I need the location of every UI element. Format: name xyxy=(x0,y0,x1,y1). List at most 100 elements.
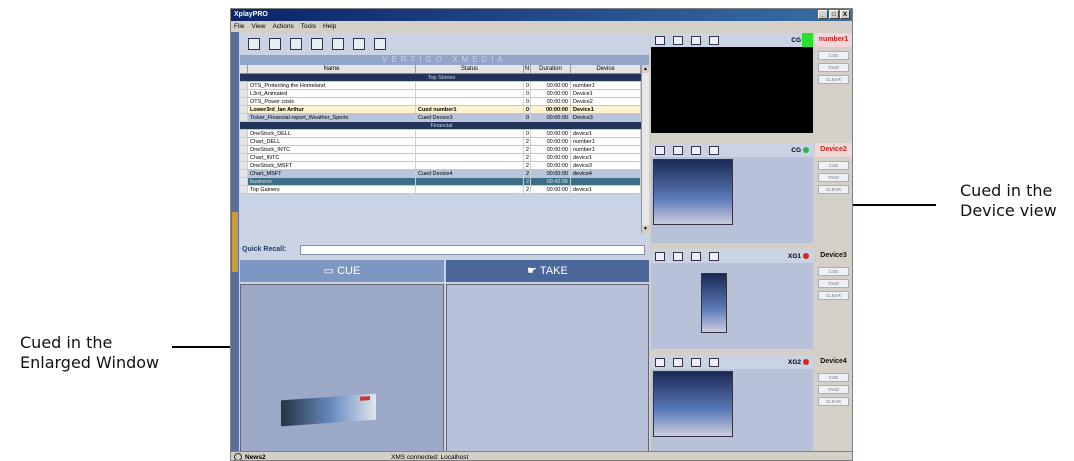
edit-icon[interactable] xyxy=(709,357,719,367)
device-cue-button[interactable]: CUE xyxy=(818,267,849,276)
table-row[interactable]: Chart_MSFT Cued Device4 2 00:00:00 device4 xyxy=(240,170,641,178)
copy-icon[interactable] xyxy=(691,357,701,367)
row-marker xyxy=(240,178,248,185)
save-icon[interactable] xyxy=(655,357,665,367)
device-take-button[interactable]: TAKE xyxy=(818,173,849,182)
row-marker xyxy=(240,106,248,113)
cell-n: 2 xyxy=(526,170,531,177)
panel-grip-handle[interactable] xyxy=(232,212,238,272)
cell-name: Chart_INTC xyxy=(248,154,416,161)
scroll-down-icon[interactable]: ▼ xyxy=(642,225,649,233)
status-dot-icon xyxy=(803,358,809,365)
program-window xyxy=(446,284,649,453)
device-take-button[interactable]: TAKE xyxy=(818,279,849,288)
table-row[interactable]: OTS_Protecting the Homeland 0 00:00:00 numb… xyxy=(240,82,641,90)
table-row[interactable]: Top Gainers 2 00:00:00 device1 xyxy=(240,186,641,194)
cell-duration: 00:00:00 xyxy=(531,106,571,113)
settings-icon[interactable] xyxy=(673,357,683,367)
settings-icon[interactable] xyxy=(673,145,683,155)
device-view-device2: CG Device2 CUE TAKE CLEAR xyxy=(651,143,852,245)
row-marker xyxy=(240,146,248,153)
cue-button[interactable]: ▭ CUE xyxy=(240,260,444,282)
cell-status: Cued number1 xyxy=(416,106,524,113)
cell-device: device1 xyxy=(571,154,641,161)
cell-status xyxy=(416,162,524,169)
channel-text: XG1 xyxy=(787,252,801,260)
device-cue-button[interactable]: CUE xyxy=(818,161,849,170)
copy-icon[interactable] xyxy=(691,35,701,45)
table-row[interactable]: OneStock_DELL 0 00:00:00 device1 xyxy=(240,130,641,138)
properties-icon[interactable] xyxy=(353,38,365,50)
table-row[interactable]: OTS_Power crisis 0 00:00:00 Device2 xyxy=(240,98,641,106)
copy-icon[interactable] xyxy=(691,251,701,261)
copy-icon[interactable] xyxy=(332,38,344,50)
edit-icon[interactable] xyxy=(709,145,719,155)
cell-name: business xyxy=(248,178,416,185)
device-clear-button[interactable]: CLEAR xyxy=(818,75,849,84)
device-cue-button[interactable]: CUE xyxy=(818,51,849,60)
take-button[interactable]: ☛ TAKE xyxy=(446,260,649,282)
edit-icon[interactable] xyxy=(709,251,719,261)
group-row[interactable]: Financial xyxy=(240,122,641,130)
table-row[interactable]: Ticker_Financial report_Weather_Sports Cu… xyxy=(240,114,641,122)
maximize-button[interactable]: □ xyxy=(829,10,839,19)
header-n[interactable]: N xyxy=(524,65,531,73)
print-icon[interactable] xyxy=(374,38,386,50)
menu-view[interactable]: View xyxy=(251,21,265,32)
save-as-icon[interactable] xyxy=(311,38,323,50)
save-icon[interactable] xyxy=(290,38,302,50)
scroll-up-icon[interactable]: ▲ xyxy=(642,65,649,73)
xplaypro-window: XplayPRO _ □ X File View Actions Tools H… xyxy=(230,8,853,461)
device-view-device3: XG1 Device3 CUE TAKE CLEAR xyxy=(651,249,852,351)
cued-chart-thumbnail xyxy=(653,159,733,225)
close-button[interactable]: X xyxy=(840,10,850,19)
open-icon[interactable] xyxy=(269,38,281,50)
channel-label: CG xyxy=(791,146,809,154)
status-connection: XMS connected: Localhost xyxy=(391,454,469,461)
new-icon[interactable] xyxy=(248,38,260,50)
device-clear-button[interactable]: CLEAR xyxy=(818,185,849,194)
table-row[interactable]: Chart_INTC 2 00:00:00 device1 xyxy=(240,154,641,162)
table-row[interactable]: Chart_DELL 2 00:00:00 number1 xyxy=(240,138,641,146)
cell-name: Ticker_Financial report_Weather_Sports xyxy=(248,114,416,121)
device-clear-button[interactable]: CLEAR xyxy=(818,291,849,300)
copy-icon[interactable] xyxy=(691,145,701,155)
save-icon[interactable] xyxy=(655,35,665,45)
device-cue-button[interactable]: CUE xyxy=(818,373,849,382)
menu-file[interactable]: File xyxy=(234,21,244,32)
device-preview-screen[interactable] xyxy=(651,263,813,349)
table-row[interactable]: OneStock_MSFT 2 00:00:00 device3 xyxy=(240,162,641,170)
header-device[interactable]: Device xyxy=(571,65,641,73)
device-preview-screen[interactable] xyxy=(651,47,813,133)
device-preview-screen[interactable] xyxy=(651,157,813,243)
enlarged-preview-window[interactable] xyxy=(240,284,444,453)
header-status[interactable]: Status xyxy=(416,65,524,73)
header-marker xyxy=(240,65,248,73)
device-take-button[interactable]: TAKE xyxy=(818,385,849,394)
quick-recall-input[interactable] xyxy=(300,245,645,255)
cell-duration: 00:42:06 xyxy=(531,178,571,185)
table-row[interactable]: Lower3rd_Ian Arthur Cued number1 0 00:00:00… xyxy=(240,106,641,114)
device-preview-screen[interactable] xyxy=(651,369,813,455)
table-row[interactable]: OneStock_INTC 2 00:00:00 number1 xyxy=(240,146,641,154)
group-row[interactable]: Top Stories xyxy=(240,74,641,82)
device-name: Device3 xyxy=(815,249,852,263)
row-marker xyxy=(240,82,248,89)
menu-help[interactable]: Help xyxy=(323,21,336,32)
header-name[interactable]: Name xyxy=(248,65,416,73)
edit-icon[interactable] xyxy=(709,35,719,45)
table-row[interactable]: business 2 00:42:06 xyxy=(240,178,641,186)
save-icon[interactable] xyxy=(655,251,665,261)
table-scrollbar[interactable]: ▲ ▼ xyxy=(641,65,649,233)
minimize-button[interactable]: _ xyxy=(818,10,828,19)
row-marker xyxy=(240,186,248,193)
device-take-button[interactable]: TAKE xyxy=(818,63,849,72)
header-duration[interactable]: Duration xyxy=(531,65,571,73)
settings-icon[interactable] xyxy=(673,35,683,45)
device-clear-button[interactable]: CLEAR xyxy=(818,397,849,406)
settings-icon[interactable] xyxy=(673,251,683,261)
menu-actions[interactable]: Actions xyxy=(272,21,293,32)
menu-tools[interactable]: Tools xyxy=(301,21,316,32)
save-icon[interactable] xyxy=(655,145,665,155)
table-row[interactable]: L3rd_Animated 0 00:00:00 Device1 xyxy=(240,90,641,98)
